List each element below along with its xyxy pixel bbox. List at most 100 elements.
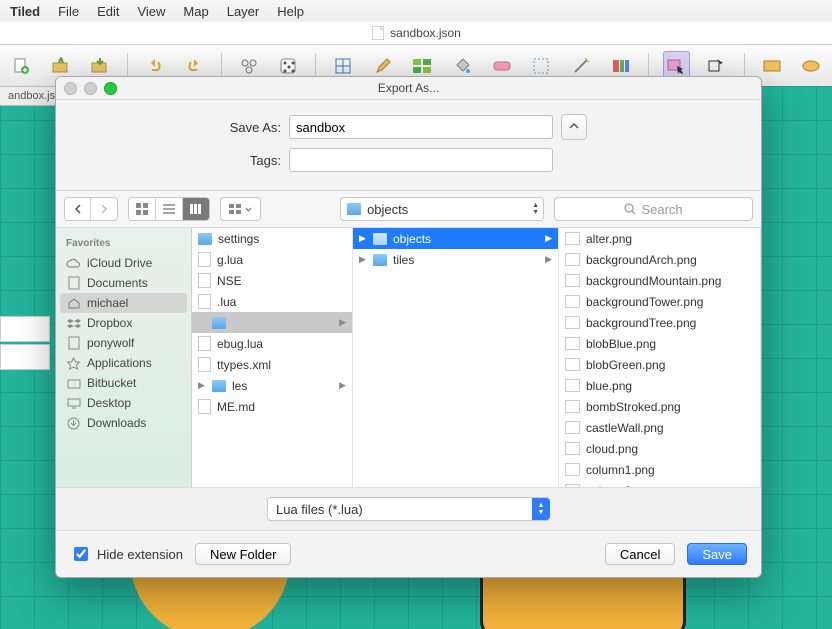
list-item[interactable]: blue.png xyxy=(559,375,760,396)
file-icon xyxy=(198,252,211,267)
item-label: castleWall.png xyxy=(586,421,664,435)
hide-extension-checkbox[interactable]: Hide extension xyxy=(70,544,183,564)
list-item[interactable]: backgroundMountain.png xyxy=(559,270,760,291)
menu-file[interactable]: File xyxy=(58,4,79,19)
expand-button[interactable] xyxy=(561,114,587,140)
save-as-input[interactable] xyxy=(289,115,553,139)
file-icon xyxy=(198,357,211,372)
toolbar-new-icon[interactable] xyxy=(8,52,34,80)
list-item[interactable]: ▶ xyxy=(192,312,352,333)
new-folder-button[interactable]: New Folder xyxy=(195,543,291,565)
toolbar-ellipse-icon[interactable] xyxy=(798,52,824,80)
list-item[interactable]: blobGreen.png xyxy=(559,354,760,375)
view-mode-segment xyxy=(128,197,210,221)
list-item[interactable]: .lua xyxy=(192,291,352,312)
browser-column-1[interactable]: ▶objects▶▶tiles▶ xyxy=(353,228,559,487)
list-item[interactable]: castleWall.png xyxy=(559,417,760,438)
file-icon xyxy=(198,399,211,414)
browser-column-0[interactable]: settings g.lua NSE.lua▶ebug.lua ttypes.xml ▶… xyxy=(192,228,353,487)
dialog-bottom-row: Hide extension New Folder Cancel Save xyxy=(56,531,761,577)
menu-layer[interactable]: Layer xyxy=(227,4,260,19)
browser-column-2[interactable]: alter.pngbackgroundArch.pngbackgroundMou… xyxy=(559,228,761,487)
location-bar: objects ▲▼ Search xyxy=(56,190,761,228)
home-icon xyxy=(66,297,81,310)
folder-icon xyxy=(198,233,212,245)
item-label: g.lua xyxy=(217,253,243,267)
sidebar-item-documents[interactable]: Documents xyxy=(56,273,191,293)
item-label: column1.png xyxy=(586,463,655,477)
menu-edit[interactable]: Edit xyxy=(97,4,119,19)
folder-dropdown-label: objects xyxy=(367,202,408,217)
list-item[interactable]: ME.md xyxy=(192,396,352,417)
menu-view[interactable]: View xyxy=(137,4,165,19)
sidebar-item-applications[interactable]: Applications xyxy=(56,353,191,373)
toolbar-rectangle-icon[interactable] xyxy=(759,52,785,80)
menu-help[interactable]: Help xyxy=(277,4,304,19)
group-by-dropdown[interactable] xyxy=(220,197,261,221)
list-icon xyxy=(163,204,175,214)
list-item[interactable]: ▶tiles▶ xyxy=(353,249,558,270)
save-as-label: Save As: xyxy=(56,120,289,135)
document-title[interactable]: sandbox.json xyxy=(390,26,461,40)
list-item[interactable]: g.lua xyxy=(192,249,352,270)
file-icon xyxy=(565,316,580,329)
list-item[interactable]: blobBlue.png xyxy=(559,333,760,354)
sidebar-item-dropbox[interactable]: Dropbox xyxy=(56,313,191,333)
list-item[interactable]: backgroundTower.png xyxy=(559,291,760,312)
desktop-icon xyxy=(66,397,81,410)
list-item[interactable]: ▶les▶ xyxy=(192,375,352,396)
up-down-icon: ▲▼ xyxy=(532,498,550,520)
view-list-button[interactable] xyxy=(156,198,183,220)
file-icon xyxy=(565,232,580,245)
file-format-label: Lua files (*.lua) xyxy=(276,502,363,517)
document-icon xyxy=(371,26,385,40)
view-icons-button[interactable] xyxy=(129,198,156,220)
export-dialog: Export As... Save As: Tags: xyxy=(55,76,762,578)
sidebar-item-label: iCloud Drive xyxy=(87,256,152,270)
up-down-icon: ▲▼ xyxy=(532,202,539,216)
item-label: les xyxy=(232,379,247,393)
menu-map[interactable]: Map xyxy=(183,4,208,19)
list-item[interactable]: ▶objects▶ xyxy=(353,228,558,249)
list-item[interactable]: NSE xyxy=(192,270,352,291)
sidebar-item-michael[interactable]: michael xyxy=(60,293,187,313)
sidebar-item-bitbucket[interactable]: Bitbucket xyxy=(56,373,191,393)
hide-extension-check-input[interactable] xyxy=(74,547,88,561)
cancel-button[interactable]: Cancel xyxy=(605,543,675,565)
sidebar-item-desktop[interactable]: Desktop xyxy=(56,393,191,413)
save-button[interactable]: Save xyxy=(687,543,747,565)
close-icon[interactable] xyxy=(64,82,77,95)
sidebar-item-ponywolf[interactable]: ponywolf xyxy=(56,333,191,353)
forward-button[interactable] xyxy=(91,198,117,220)
minimize-icon[interactable] xyxy=(84,82,97,95)
list-item[interactable]: bombStroked.png xyxy=(559,396,760,417)
app-name[interactable]: Tiled xyxy=(10,4,40,19)
view-columns-button[interactable] xyxy=(183,198,209,220)
list-item[interactable]: ttypes.xml xyxy=(192,354,352,375)
sidebar-item-label: Downloads xyxy=(87,416,146,430)
list-item[interactable]: settings xyxy=(192,228,352,249)
item-label: ttypes.xml xyxy=(217,358,271,372)
sidebar-item-icloud-drive[interactable]: iCloud Drive xyxy=(56,253,191,273)
zoom-icon[interactable] xyxy=(104,82,117,95)
list-item[interactable]: ebug.lua xyxy=(192,333,352,354)
item-label: backgroundTree.png xyxy=(586,316,696,330)
tags-input[interactable] xyxy=(289,148,553,172)
chevron-right-icon: ▶ xyxy=(359,254,367,265)
list-item[interactable]: column2.png xyxy=(559,480,760,487)
chevron-right-icon xyxy=(100,204,108,214)
list-item[interactable]: alter.png xyxy=(559,228,760,249)
doc-icon xyxy=(66,337,81,350)
sidebar-item-label: Documents xyxy=(87,276,148,290)
list-item[interactable]: cloud.png xyxy=(559,438,760,459)
list-item[interactable]: backgroundArch.png xyxy=(559,249,760,270)
search-field[interactable]: Search xyxy=(554,197,753,221)
folder-dropdown[interactable]: objects ▲▼ xyxy=(340,197,544,221)
file-format-dropdown[interactable]: Lua files (*.lua) ▲▼ xyxy=(267,497,550,521)
list-item[interactable]: backgroundTree.png xyxy=(559,312,760,333)
sidebar-item-label: Desktop xyxy=(87,396,131,410)
back-button[interactable] xyxy=(65,198,91,220)
list-item[interactable]: column1.png xyxy=(559,459,760,480)
file-icon xyxy=(198,273,211,288)
sidebar-item-downloads[interactable]: Downloads xyxy=(56,413,191,433)
